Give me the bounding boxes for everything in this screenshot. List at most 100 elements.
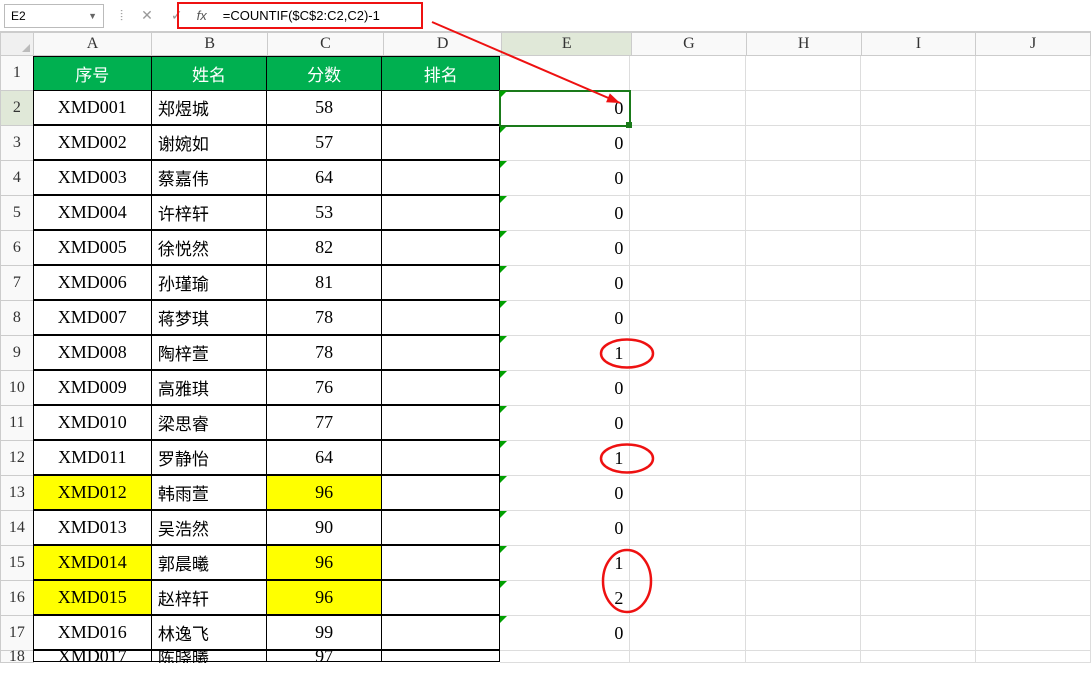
cell-H6[interactable] bbox=[746, 231, 861, 266]
cell-C4[interactable]: 64 bbox=[266, 160, 382, 195]
cell-B18[interactable]: 陈晓曦 bbox=[151, 650, 267, 662]
cell-B15[interactable]: 郭晨曦 bbox=[151, 545, 267, 580]
cell-C9[interactable]: 78 bbox=[266, 335, 382, 370]
row-header[interactable]: 4 bbox=[0, 161, 34, 196]
cell-H17[interactable] bbox=[746, 616, 861, 651]
cell-D16[interactable] bbox=[381, 580, 500, 615]
cell-H8[interactable] bbox=[746, 301, 861, 336]
column-header-C[interactable]: C bbox=[268, 32, 384, 56]
row-header[interactable]: 3 bbox=[0, 126, 34, 161]
cell-I15[interactable] bbox=[861, 546, 976, 581]
cell-B13[interactable]: 韩雨萱 bbox=[151, 475, 267, 510]
cell-D7[interactable] bbox=[381, 265, 500, 300]
cell-C10[interactable]: 76 bbox=[266, 370, 382, 405]
cell-J8[interactable] bbox=[976, 301, 1091, 336]
cell-D3[interactable] bbox=[381, 125, 500, 160]
history-icon[interactable]: ⦙ bbox=[120, 7, 123, 24]
cell-D10[interactable] bbox=[381, 370, 500, 405]
cell-B11[interactable]: 梁思睿 bbox=[151, 405, 267, 440]
cell-A16[interactable]: XMD015 bbox=[33, 580, 152, 615]
cell-H7[interactable] bbox=[746, 266, 861, 301]
cell-I18[interactable] bbox=[861, 651, 976, 663]
cell-E17[interactable]: 0 bbox=[500, 616, 630, 651]
cell-I6[interactable] bbox=[861, 231, 976, 266]
column-header-B[interactable]: B bbox=[152, 32, 268, 56]
row-header[interactable]: 18 bbox=[0, 651, 34, 663]
cell-J15[interactable] bbox=[976, 546, 1091, 581]
cell-G5[interactable] bbox=[630, 196, 745, 231]
cell-H1[interactable] bbox=[746, 56, 861, 91]
cell-A9[interactable]: XMD008 bbox=[33, 335, 152, 370]
row-header[interactable]: 6 bbox=[0, 231, 34, 266]
spreadsheet-grid[interactable]: ABCDEGHIJ1序号姓名分数排名2XMD001郑煜城5803XMD002谢婉… bbox=[0, 32, 1091, 663]
row-header[interactable]: 14 bbox=[0, 511, 34, 546]
formula-input[interactable]: =COUNTIF($C$2:C2,C2)-1 bbox=[217, 6, 417, 25]
column-header-J[interactable]: J bbox=[976, 32, 1091, 56]
cell-G13[interactable] bbox=[630, 476, 745, 511]
cell-I9[interactable] bbox=[861, 336, 976, 371]
cell-A10[interactable]: XMD009 bbox=[33, 370, 152, 405]
cell-G10[interactable] bbox=[630, 371, 745, 406]
cell-J2[interactable] bbox=[976, 91, 1091, 126]
cell-G15[interactable] bbox=[630, 546, 745, 581]
cell-B5[interactable]: 许梓轩 bbox=[151, 195, 267, 230]
cell-E5[interactable]: 0 bbox=[500, 196, 630, 231]
cell-I10[interactable] bbox=[861, 371, 976, 406]
cell-D9[interactable] bbox=[381, 335, 500, 370]
cell-A3[interactable]: XMD002 bbox=[33, 125, 152, 160]
cell-A6[interactable]: XMD005 bbox=[33, 230, 152, 265]
cell-I4[interactable] bbox=[861, 161, 976, 196]
cell-H9[interactable] bbox=[746, 336, 861, 371]
cell-A7[interactable]: XMD006 bbox=[33, 265, 152, 300]
cell-E8[interactable]: 0 bbox=[500, 301, 630, 336]
cell-J13[interactable] bbox=[976, 476, 1091, 511]
cell-C1[interactable]: 分数 bbox=[266, 56, 382, 91]
cell-B10[interactable]: 高雅琪 bbox=[151, 370, 267, 405]
cell-E3[interactable]: 0 bbox=[500, 126, 630, 161]
column-header-D[interactable]: D bbox=[384, 32, 503, 56]
cell-E13[interactable]: 0 bbox=[500, 476, 630, 511]
row-header[interactable]: 5 bbox=[0, 196, 34, 231]
cell-E1[interactable] bbox=[500, 56, 630, 91]
cell-J10[interactable] bbox=[976, 371, 1091, 406]
cell-G12[interactable] bbox=[630, 441, 745, 476]
cell-A8[interactable]: XMD007 bbox=[33, 300, 152, 335]
cell-B1[interactable]: 姓名 bbox=[151, 56, 267, 91]
cell-D6[interactable] bbox=[381, 230, 500, 265]
cell-I13[interactable] bbox=[861, 476, 976, 511]
cell-E6[interactable]: 0 bbox=[500, 231, 630, 266]
cell-A15[interactable]: XMD014 bbox=[33, 545, 152, 580]
cell-C2[interactable]: 58 bbox=[266, 90, 382, 125]
cell-B8[interactable]: 蒋梦琪 bbox=[151, 300, 267, 335]
row-header[interactable]: 7 bbox=[0, 266, 34, 301]
cell-I14[interactable] bbox=[861, 511, 976, 546]
cell-G4[interactable] bbox=[630, 161, 745, 196]
cell-D12[interactable] bbox=[381, 440, 500, 475]
cell-C5[interactable]: 53 bbox=[266, 195, 382, 230]
cell-B6[interactable]: 徐悦然 bbox=[151, 230, 267, 265]
column-header-I[interactable]: I bbox=[862, 32, 977, 56]
cell-B3[interactable]: 谢婉如 bbox=[151, 125, 267, 160]
row-header[interactable]: 10 bbox=[0, 371, 34, 406]
name-box-dropdown-icon[interactable]: ▼ bbox=[88, 11, 97, 21]
cell-D4[interactable] bbox=[381, 160, 500, 195]
cell-C14[interactable]: 90 bbox=[266, 510, 382, 545]
cell-D13[interactable] bbox=[381, 475, 500, 510]
cell-G2[interactable] bbox=[630, 91, 745, 126]
cell-D1[interactable]: 排名 bbox=[381, 56, 500, 91]
cell-C3[interactable]: 57 bbox=[266, 125, 382, 160]
row-header[interactable]: 16 bbox=[0, 581, 34, 616]
cell-J5[interactable] bbox=[976, 196, 1091, 231]
cell-G18[interactable] bbox=[630, 651, 745, 663]
cell-D8[interactable] bbox=[381, 300, 500, 335]
cell-J12[interactable] bbox=[976, 441, 1091, 476]
cell-J1[interactable] bbox=[976, 56, 1091, 91]
cell-I16[interactable] bbox=[861, 581, 976, 616]
cell-G7[interactable] bbox=[630, 266, 745, 301]
cell-I17[interactable] bbox=[861, 616, 976, 651]
cell-B9[interactable]: 陶梓萱 bbox=[151, 335, 267, 370]
cell-I11[interactable] bbox=[861, 406, 976, 441]
cell-D18[interactable] bbox=[381, 650, 500, 662]
cancel-icon[interactable]: ✕ bbox=[141, 7, 153, 24]
row-header[interactable]: 11 bbox=[0, 406, 34, 441]
